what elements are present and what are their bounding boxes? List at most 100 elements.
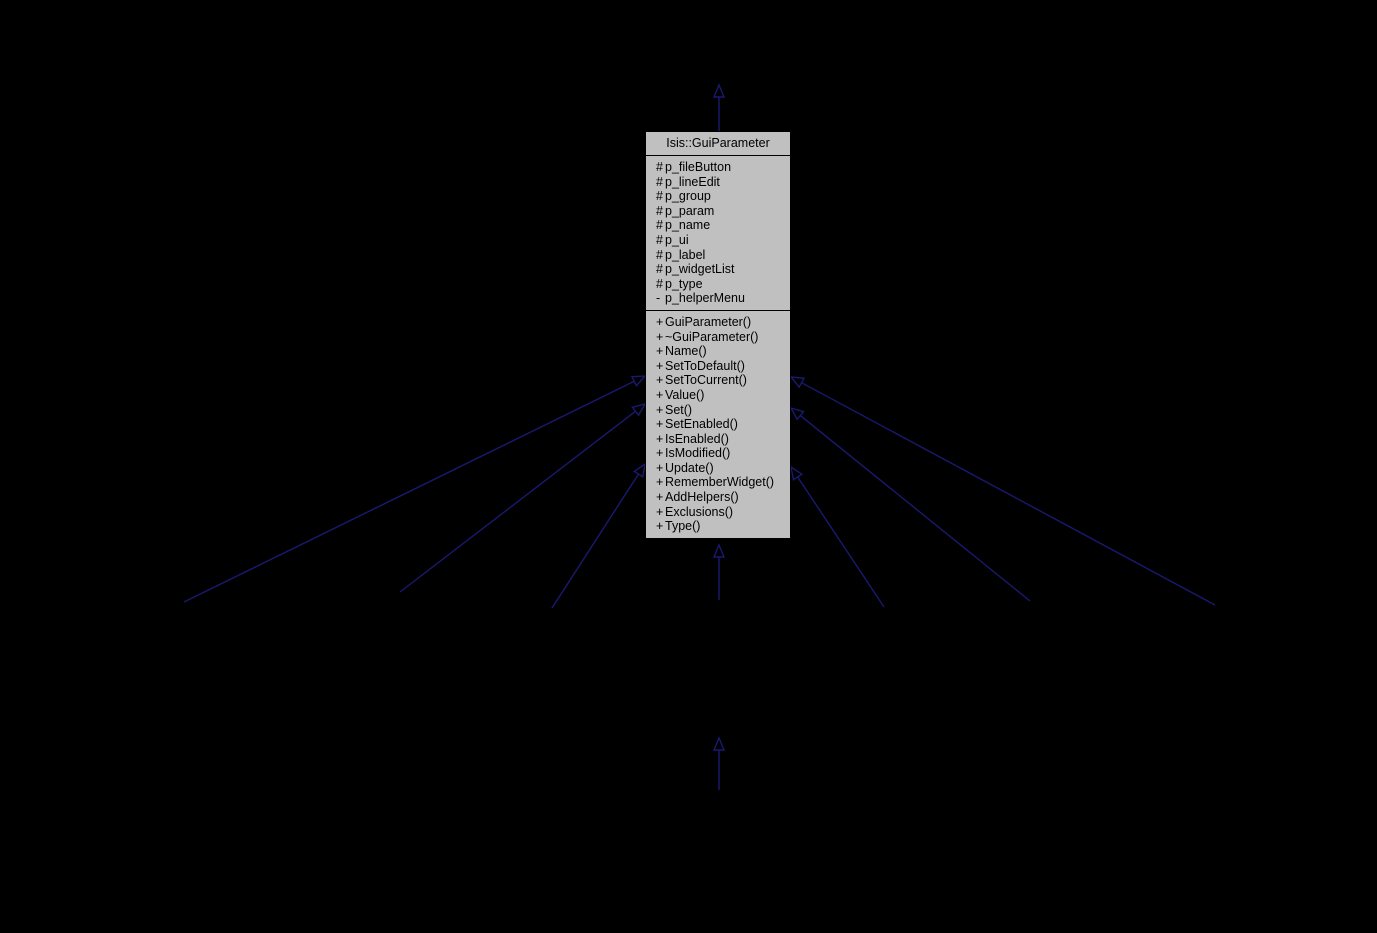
class-method-row: + SetToCurrent() (646, 373, 790, 388)
generalization-arrowhead (712, 543, 726, 558)
class-method-row: + SetEnabled() (646, 417, 790, 432)
class-method-row: + IsModified() (646, 446, 790, 461)
member-name: IsModified() (665, 446, 731, 461)
generalization-arrowhead (712, 83, 726, 98)
inheritance-arrow-child-left-1 (183, 375, 647, 603)
member-name: AddHelpers() (665, 490, 739, 505)
class-name-label: Isis::GuiParameter (646, 132, 790, 156)
generalization-arrowhead (631, 402, 647, 417)
generalization-arrowhead (712, 736, 726, 751)
class-method-row: + SetToDefault() (646, 359, 790, 374)
member-visibility: + (656, 314, 664, 329)
edge-line (797, 476, 885, 608)
uml-diagram-canvas: Isis::GuiParameter # p_fileButton # p_lineE… (0, 0, 1377, 933)
member-visibility: - (656, 291, 661, 306)
member-name: Exclusions() (665, 504, 734, 519)
class-method-row: + AddHelpers() (646, 490, 790, 505)
class-methods-compartment: + GuiParameter() + ~GuiParameter() + Name() + S… (646, 311, 790, 538)
member-visibility: + (656, 519, 664, 534)
member-name: p_param (665, 203, 715, 218)
member-visibility: + (656, 504, 664, 519)
class-attribute-row: # p_widgetList (646, 262, 790, 277)
member-name: p_name (665, 218, 711, 233)
class-method-row: + Exclusions() (646, 505, 790, 520)
edge-line (801, 382, 1216, 606)
class-attribute-row: # p_name (646, 218, 790, 233)
inheritance-arrow-child-center-2 (712, 736, 726, 790)
member-name: p_ui (665, 232, 689, 247)
generalization-arrowhead (633, 462, 646, 478)
member-visibility: # (656, 203, 663, 218)
inheritance-arrow-child-right-2 (789, 406, 1031, 602)
member-visibility: # (656, 189, 663, 204)
member-visibility: # (656, 174, 663, 189)
generalization-arrowhead (789, 376, 806, 389)
member-visibility: + (656, 358, 664, 373)
member-name: ~GuiParameter() (665, 329, 759, 344)
member-visibility: + (656, 373, 664, 388)
member-name: p_helperMenu (665, 291, 745, 306)
member-name: IsEnabled() (665, 431, 729, 446)
class-box-isis-guiparameter[interactable]: Isis::GuiParameter # p_fileButton # p_lineE… (645, 131, 791, 539)
member-name: Name() (665, 344, 707, 359)
member-name: Set() (665, 402, 693, 417)
member-visibility: + (656, 402, 664, 417)
member-name: p_lineEdit (665, 174, 720, 189)
member-name: Update() (665, 460, 714, 475)
member-visibility: # (656, 232, 663, 247)
member-name: Type() (665, 519, 701, 534)
member-name: p_group (665, 189, 711, 204)
member-visibility: # (656, 160, 663, 174)
inheritance-arrow-child-left-3 (551, 462, 646, 609)
class-method-row: + Value() (646, 388, 790, 403)
generalization-arrowhead (630, 375, 647, 388)
member-visibility: + (656, 490, 664, 505)
class-attribute-row: # p_ui (646, 233, 790, 248)
member-name: p_fileButton (665, 160, 732, 174)
generalization-arrowhead (789, 406, 805, 421)
edge-line (399, 410, 636, 593)
class-attribute-row: # p_lineEdit (646, 175, 790, 190)
class-method-row: + ~GuiParameter() (646, 330, 790, 345)
class-attribute-row: # p_param (646, 204, 790, 219)
member-visibility: + (656, 475, 664, 490)
inheritance-arrow-child-left-2 (399, 402, 647, 593)
member-visibility: # (656, 218, 663, 233)
member-name: RememberWidget() (665, 475, 775, 490)
class-attribute-row: # p_group (646, 189, 790, 204)
member-visibility: + (656, 344, 664, 359)
generalization-arrowhead (789, 465, 804, 481)
inheritance-arrow-child-right-3 (789, 376, 1216, 606)
member-name: p_type (665, 276, 703, 291)
member-visibility: # (656, 276, 663, 291)
class-method-row: + Update() (646, 461, 790, 476)
member-name: Value() (665, 387, 705, 402)
class-method-row: + Name() (646, 344, 790, 359)
edge-line (799, 414, 1031, 602)
inheritance-arrow-child-right-1 (789, 465, 885, 608)
class-attribute-row: # p_fileButton (646, 160, 790, 175)
member-visibility: # (656, 262, 663, 277)
member-visibility: + (656, 387, 664, 402)
inheritance-arrow-parent-up (712, 83, 726, 131)
member-name: p_widgetList (665, 262, 735, 277)
class-attribute-row: - p_helperMenu (646, 291, 790, 306)
class-method-row: + IsEnabled() (646, 432, 790, 447)
inheritance-arrow-child-center-1 (712, 543, 726, 600)
edge-line (551, 473, 640, 609)
member-name: SetEnabled() (665, 417, 738, 432)
member-name: GuiParameter() (665, 314, 752, 329)
member-visibility: + (656, 460, 664, 475)
edge-line (183, 380, 635, 603)
member-visibility: + (656, 431, 664, 446)
class-attributes-compartment: # p_fileButton # p_lineEdit # p_group # p_param… (646, 156, 790, 311)
member-name: p_label (665, 247, 706, 262)
member-visibility: # (656, 247, 663, 262)
class-method-row: + Set() (646, 403, 790, 418)
class-method-row: + Type() (646, 519, 790, 534)
class-method-row: + GuiParameter() (646, 315, 790, 330)
member-name: SetToDefault() (665, 358, 745, 373)
member-visibility: + (656, 417, 664, 432)
member-visibility: + (656, 329, 664, 344)
class-attribute-row: # p_label (646, 248, 790, 263)
